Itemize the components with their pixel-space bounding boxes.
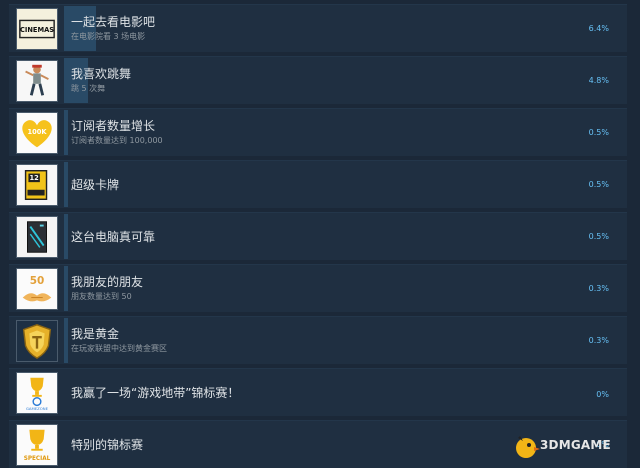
achievement-title: 我赢了一场“游戏地带”锦标赛！: [71, 386, 240, 400]
card-pack-icon: 12: [16, 164, 58, 206]
achievement-row[interactable]: CINEMAS 一起去看电影吧 在电影院看 3 场电影 6.4%: [9, 4, 627, 52]
achievement-description: 在电影院看 3 场电影: [71, 32, 146, 41]
achievement-row[interactable]: 50 我朋友的朋友 朋友数量达到 50 0.3%: [9, 264, 627, 312]
progress-bar: [64, 266, 68, 311]
achievement-title: 超级卡牌: [71, 178, 120, 192]
achievement-title: 特别的锦标赛: [71, 438, 144, 452]
cinemas-icon: CINEMAS: [16, 8, 58, 50]
achievement-description: 朋友数量达到 50: [71, 292, 132, 301]
achievement-row[interactable]: GAMEZONE 我赢了一场“游戏地带”锦标赛！ 0%: [9, 368, 627, 416]
watermark-text: 3DMGAME: [540, 438, 611, 452]
handshake-50-icon: 50: [16, 268, 58, 310]
progress-bar: [64, 110, 68, 155]
gold-shield-icon: [16, 320, 58, 362]
unlock-percentage: 4.8%: [588, 76, 609, 85]
achievement-row[interactable]: 12 超级卡牌 0.5%: [9, 160, 627, 208]
unlock-percentage: 6.4%: [588, 24, 609, 33]
unlock-percentage: 0.5%: [588, 128, 609, 137]
unlock-percentage: 0.5%: [588, 232, 609, 241]
cinemas-label: CINEMAS: [20, 26, 54, 34]
special-label: SPECIAL: [24, 456, 51, 462]
gamezone-label: GAMEZONE: [26, 406, 49, 411]
heart-label: 100K: [27, 128, 47, 136]
achievement-row[interactable]: 100K 订阅者数量增长 订阅者数量达到 100,000 0.5%: [9, 108, 627, 156]
trophy-special-icon: SPECIAL: [16, 424, 58, 466]
progress-bar: [64, 214, 68, 259]
unlock-percentage: 0.3%: [588, 284, 609, 293]
achievement-title: 一起去看电影吧: [71, 15, 156, 29]
trophy-gamezone-icon: GAMEZONE: [16, 372, 58, 414]
unlock-percentage: 0.5%: [588, 180, 609, 189]
watermark: 3DMGAME: [512, 432, 632, 462]
dancer-icon: [16, 60, 58, 102]
card-number: 12: [30, 174, 40, 182]
progress-bar: [64, 318, 68, 363]
achievement-title: 这台电脑真可靠: [71, 230, 156, 244]
achievement-description: 订阅者数量达到 100,000: [71, 136, 163, 145]
heart-100k-icon: 100K: [16, 112, 58, 154]
achievement-description: 在玩家联盟中达到黄金赛区: [71, 344, 167, 353]
achievement-list: CINEMAS 一起去看电影吧 在电影院看 3 场电影 6.4% 我喜欢跳舞 跳…: [0, 0, 640, 468]
bird-logo-icon: [516, 436, 540, 458]
achievement-description: 跳 5 次舞: [71, 84, 106, 93]
achievement-row[interactable]: 我是黄金 在玩家联盟中达到黄金赛区 0.3%: [9, 316, 627, 364]
progress-bar: [64, 162, 68, 207]
achievement-row[interactable]: 这台电脑真可靠 0.5%: [9, 212, 627, 260]
achievement-title: 我是黄金: [71, 327, 120, 341]
handshake-label: 50: [30, 275, 45, 287]
unlock-percentage: 0%: [596, 390, 609, 399]
achievement-row[interactable]: 我喜欢跳舞 跳 5 次舞 4.8%: [9, 56, 627, 104]
pc-case-icon: [16, 216, 58, 258]
achievement-title: 我朋友的朋友: [71, 275, 144, 289]
unlock-percentage: 0.3%: [588, 336, 609, 345]
achievement-title: 订阅者数量增长: [71, 119, 156, 133]
achievement-title: 我喜欢跳舞: [71, 67, 132, 81]
